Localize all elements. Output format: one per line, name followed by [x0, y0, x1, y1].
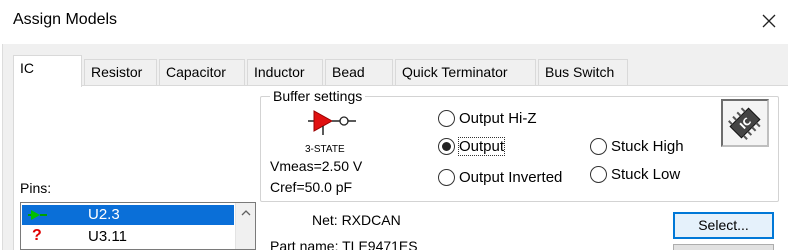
buffer-type-label: 3-STATE [305, 144, 345, 155]
radio-label: Output Hi-Z [459, 110, 537, 127]
chip-icon: IC [728, 107, 761, 140]
window-title: Assign Models [13, 11, 118, 28]
radio-circle-checked [438, 138, 455, 155]
pin-name: U2.3 [88, 206, 120, 223]
title-bar: Assign Models [0, 0, 790, 44]
part-name-label: Part name: TLE9471ES [270, 238, 418, 250]
radio-label: Stuck High [611, 138, 684, 155]
tab-bus-switch[interactable]: Bus Switch [538, 59, 628, 85]
net-label: Net: RXDCAN [312, 212, 401, 228]
radio-circle [590, 166, 607, 183]
tab-label: IC [20, 60, 34, 76]
pins-scrollbar[interactable] [235, 203, 255, 249]
buffer-settings-legend: Buffer settings [270, 88, 366, 104]
select-button[interactable]: Select... [673, 212, 774, 239]
radio-circle [438, 169, 455, 186]
radio-label: Output [457, 137, 506, 156]
vmeas-value: Vmeas=2.50 V [270, 158, 363, 174]
tristate-buffer-icon [308, 110, 356, 135]
tab-label: Inductor [254, 64, 305, 80]
tab-resistor[interactable]: Resistor [84, 59, 157, 85]
tab-bead[interactable]: Bead [325, 59, 393, 85]
pin-row-u3-11[interactable]: ? U3.11 [22, 227, 234, 247]
radio-circle [438, 110, 455, 127]
tab-ic[interactable]: IC [13, 55, 82, 87]
radio-label: Output Inverted [459, 169, 563, 186]
ic-chip-icon: IC [721, 99, 769, 147]
tab-inductor[interactable]: Inductor [247, 59, 323, 85]
tab-capacitor[interactable]: Capacitor [159, 59, 245, 85]
tab-label: Resistor [91, 64, 143, 80]
tab-label: Quick Terminator [402, 64, 508, 80]
pin-row-u2-3[interactable]: U2.3 [22, 205, 234, 225]
tab-label: Bus Switch [545, 64, 615, 80]
radio-output[interactable]: Output [438, 137, 506, 156]
pins-list[interactable]: U2.3 ? U3.11 [20, 202, 256, 250]
close-icon [762, 14, 776, 28]
scroll-up-icon[interactable] [241, 209, 251, 216]
tab-label: Capacitor [166, 64, 226, 80]
question-mark-icon: ? [32, 227, 42, 244]
tab-label: Bead [332, 64, 365, 80]
select-button-label: Select... [698, 217, 749, 233]
output-pin-icon [28, 210, 47, 220]
pins-label: Pins: [20, 180, 52, 196]
radio-output-inverted[interactable]: Output Inverted [438, 169, 562, 186]
cref-value: Cref=50.0 pF [270, 179, 353, 195]
radio-output-hiz[interactable]: Output Hi-Z [438, 110, 537, 127]
radio-stuck-low[interactable]: Stuck Low [590, 166, 680, 183]
close-button[interactable] [752, 6, 786, 36]
radio-circle [590, 138, 607, 155]
radio-label: Stuck Low [611, 166, 681, 183]
radio-stuck-high[interactable]: Stuck High [590, 138, 684, 155]
secondary-button[interactable] [673, 244, 774, 250]
pin-name: U3.11 [88, 228, 127, 245]
tab-quick-terminator[interactable]: Quick Terminator [395, 59, 536, 85]
